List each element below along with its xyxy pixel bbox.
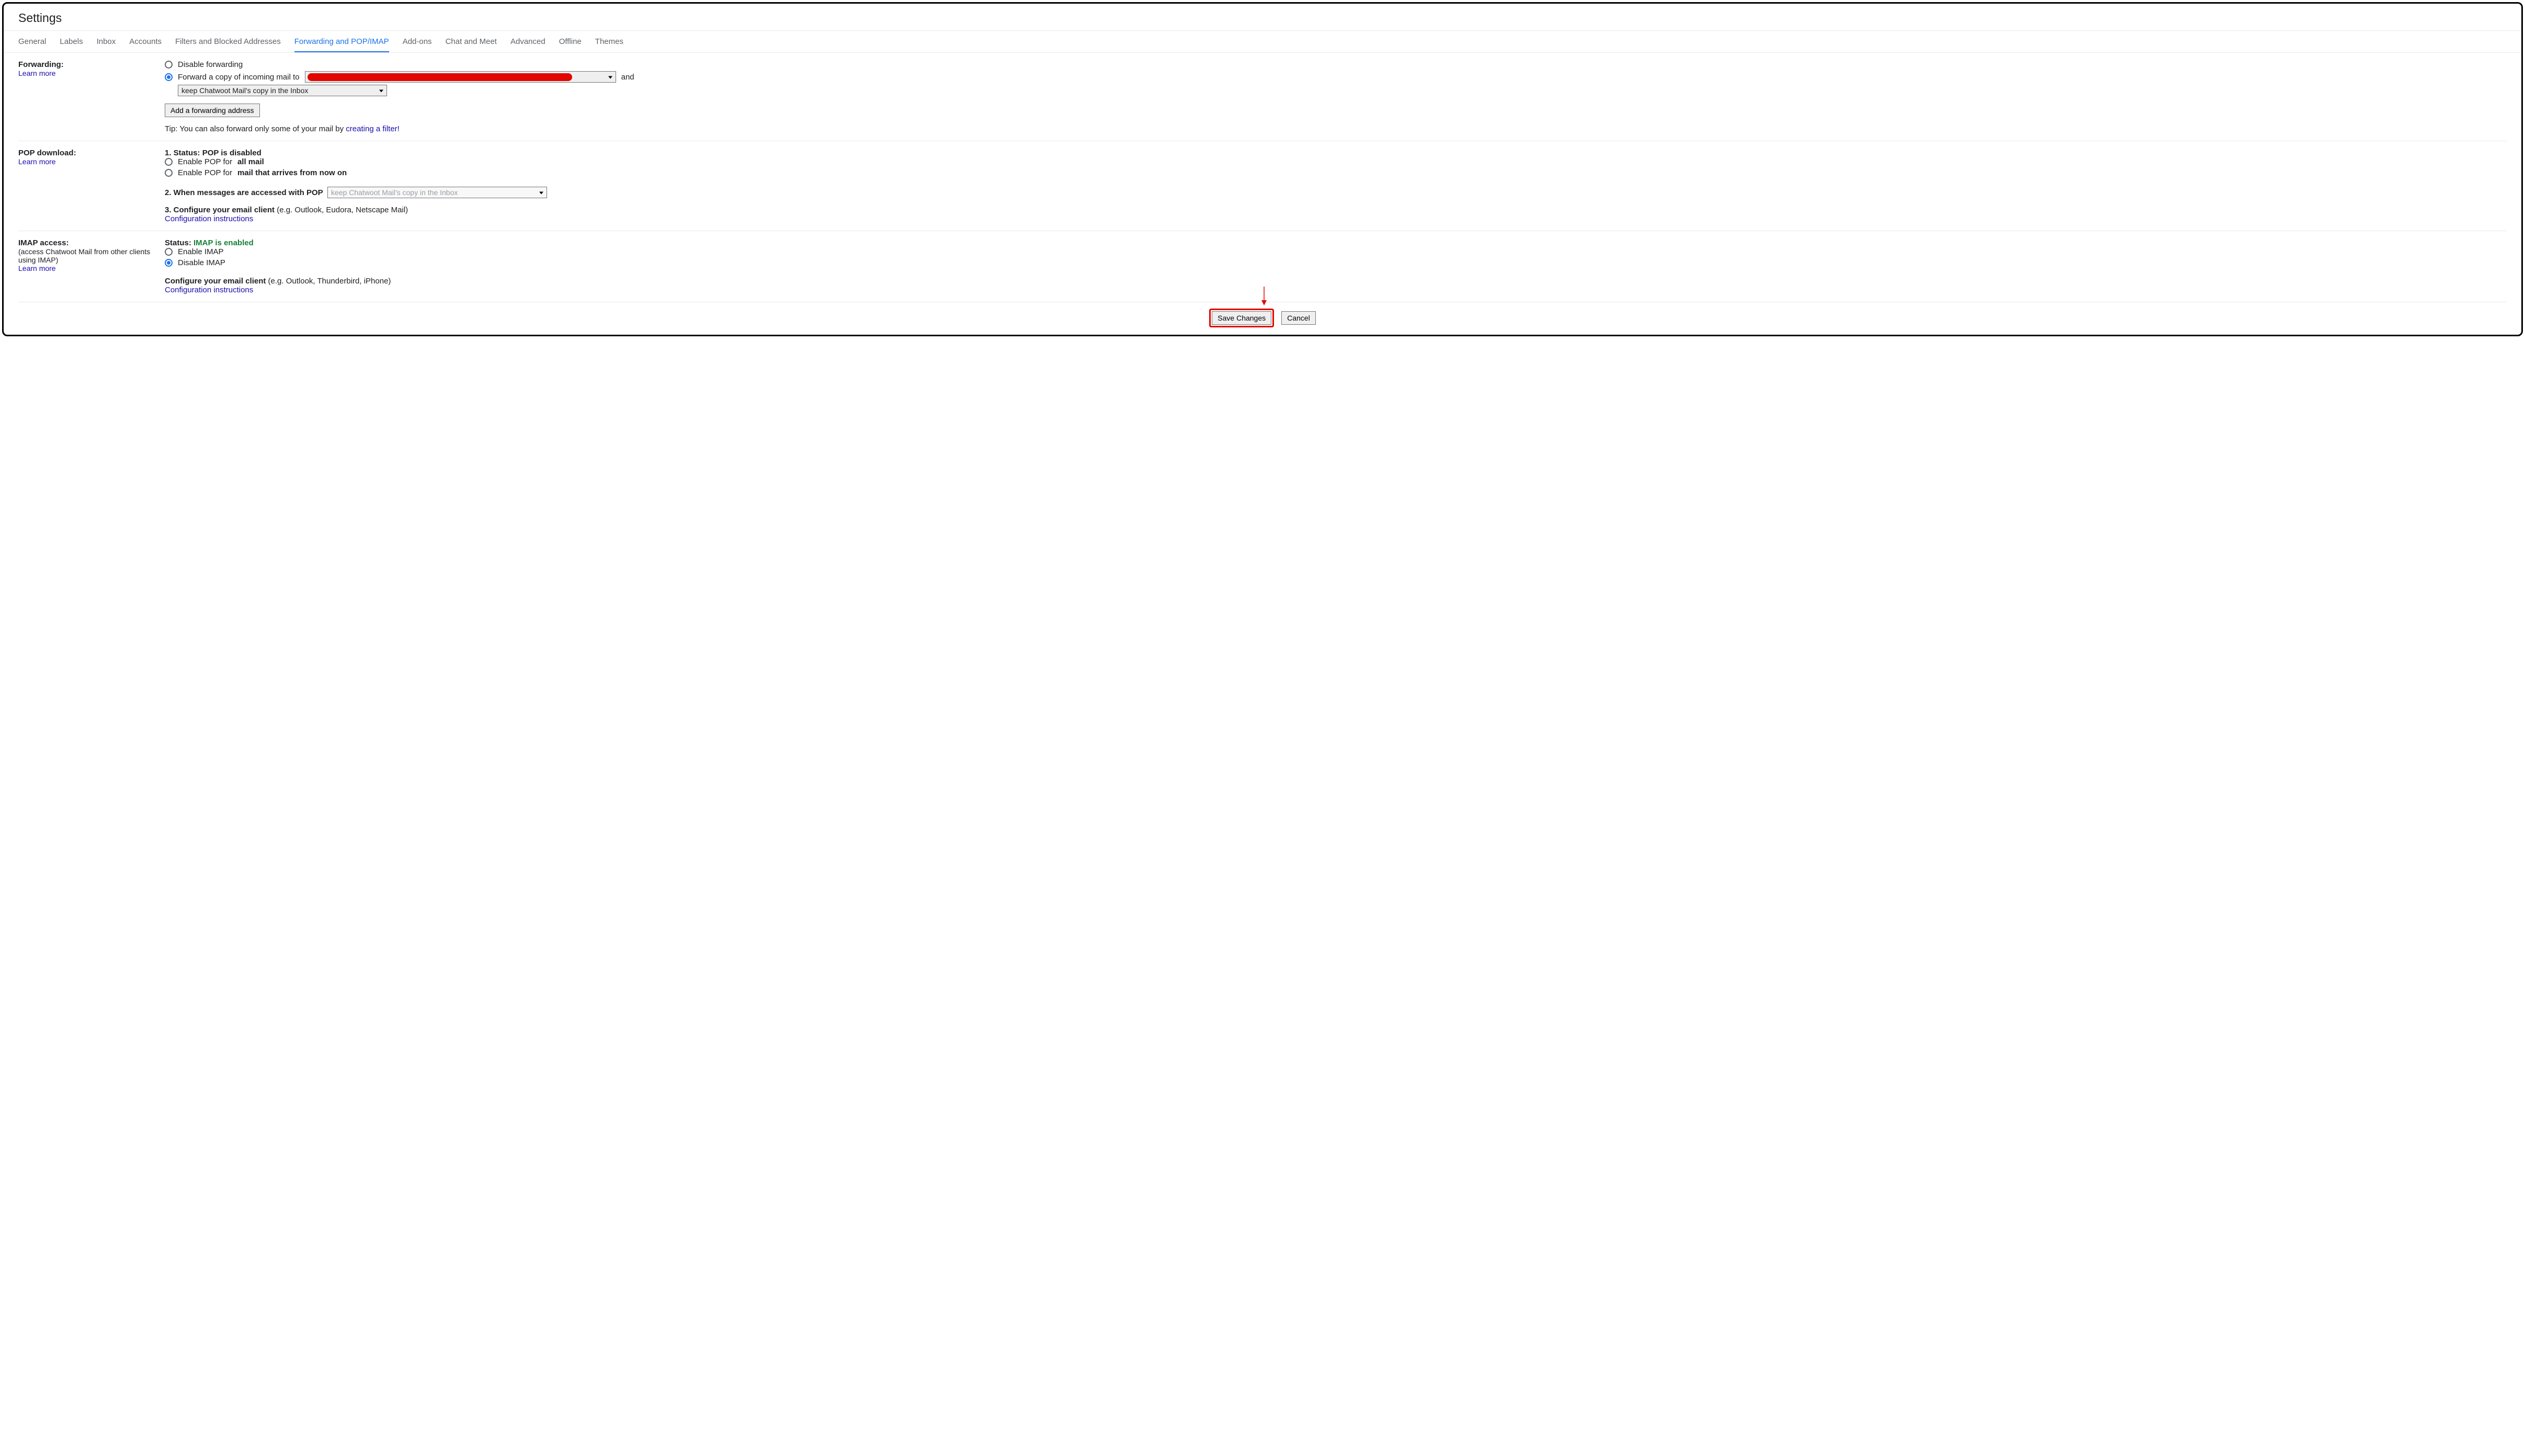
tab-themes[interactable]: Themes — [595, 31, 623, 52]
redacted-email — [308, 73, 572, 81]
create-filter-link[interactable]: creating a filter! — [346, 124, 400, 133]
imap-configure-label: Configure your email client — [165, 277, 266, 286]
add-forwarding-address-button[interactable]: Add a forwarding address — [165, 104, 260, 117]
radio-disable-forwarding[interactable] — [165, 61, 173, 69]
forwarding-tip-text: Tip: You can also forward only some of y… — [165, 124, 346, 133]
tab-forwarding-pop-imap[interactable]: Forwarding and POP/IMAP — [294, 31, 389, 53]
label-pop-all-bold: all mail — [237, 157, 264, 166]
radio-pop-all-mail[interactable] — [165, 158, 173, 166]
page-title: Settings — [4, 4, 2521, 30]
forwarding-heading: Forwarding: — [18, 60, 154, 69]
radio-forward-copy[interactable] — [165, 73, 173, 81]
pop-action-select[interactable]: keep Chatwoot Mail's copy in the Inbox — [327, 187, 547, 198]
section-imap: IMAP access: (access Chatwoot Mail from … — [18, 231, 2507, 302]
forwarding-address-select[interactable] — [305, 71, 616, 83]
label-pop-now-bold: mail that arrives from now on — [237, 168, 347, 177]
save-highlight: Save Changes — [1209, 309, 1274, 327]
imap-subtext: (access Chatwoot Mail from other clients… — [18, 247, 154, 264]
tab-offline[interactable]: Offline — [559, 31, 582, 52]
tab-general[interactable]: General — [18, 31, 46, 52]
label-forward-copy: Forward a copy of incoming mail to — [178, 73, 300, 82]
label-pop-all-prefix: Enable POP for — [178, 157, 232, 166]
imap-learn-more-link[interactable]: Learn more — [18, 264, 56, 272]
label-and: and — [621, 73, 634, 82]
label-enable-imap: Enable IMAP — [178, 247, 224, 256]
label-pop-now-prefix: Enable POP for — [178, 168, 232, 177]
section-forwarding: Forwarding: Learn more Disable forwardin… — [18, 53, 2507, 141]
settings-tabs: General Labels Inbox Accounts Filters an… — [4, 31, 2521, 53]
label-disable-forwarding: Disable forwarding — [178, 60, 243, 69]
save-changes-button[interactable]: Save Changes — [1212, 311, 1271, 325]
footer-actions: Save Changes Cancel — [18, 302, 2507, 335]
radio-pop-from-now[interactable] — [165, 169, 173, 177]
tab-filters[interactable]: Filters and Blocked Addresses — [175, 31, 281, 52]
pop-heading: POP download: — [18, 149, 154, 157]
tab-chat-meet[interactable]: Chat and Meet — [446, 31, 497, 52]
radio-disable-imap[interactable] — [165, 259, 173, 267]
tab-addons[interactable]: Add-ons — [403, 31, 432, 52]
imap-configure-rest: (e.g. Outlook, Thunderbird, iPhone) — [266, 277, 391, 286]
imap-heading: IMAP access: — [18, 238, 154, 247]
forwarding-learn-more-link[interactable]: Learn more — [18, 69, 56, 77]
tab-labels[interactable]: Labels — [60, 31, 83, 52]
forwarding-action-select[interactable]: keep Chatwoot Mail's copy in the Inbox — [178, 85, 387, 96]
tab-inbox[interactable]: Inbox — [97, 31, 116, 52]
imap-status-value: IMAP is enabled — [194, 238, 254, 247]
pop-configure-rest: (e.g. Outlook, Eudora, Netscape Mail) — [275, 206, 408, 214]
pop-status-label: 1. Status: — [165, 149, 202, 157]
tab-advanced[interactable]: Advanced — [510, 31, 545, 52]
radio-enable-imap[interactable] — [165, 248, 173, 256]
section-pop: POP download: Learn more 1. Status: POP … — [18, 141, 2507, 231]
pop-status-value: POP is disabled — [202, 149, 261, 157]
pop-learn-more-link[interactable]: Learn more — [18, 157, 56, 166]
pop-config-instructions-link[interactable]: Configuration instructions — [165, 214, 253, 223]
imap-status-label: Status: — [165, 238, 194, 247]
tab-accounts[interactable]: Accounts — [129, 31, 162, 52]
pop-when-label: 2. When messages are accessed with POP — [165, 188, 323, 197]
imap-config-instructions-link[interactable]: Configuration instructions — [165, 286, 253, 294]
label-disable-imap: Disable IMAP — [178, 258, 225, 267]
pop-configure-label: 3. Configure your email client — [165, 206, 275, 214]
cancel-button[interactable]: Cancel — [1281, 311, 1316, 325]
